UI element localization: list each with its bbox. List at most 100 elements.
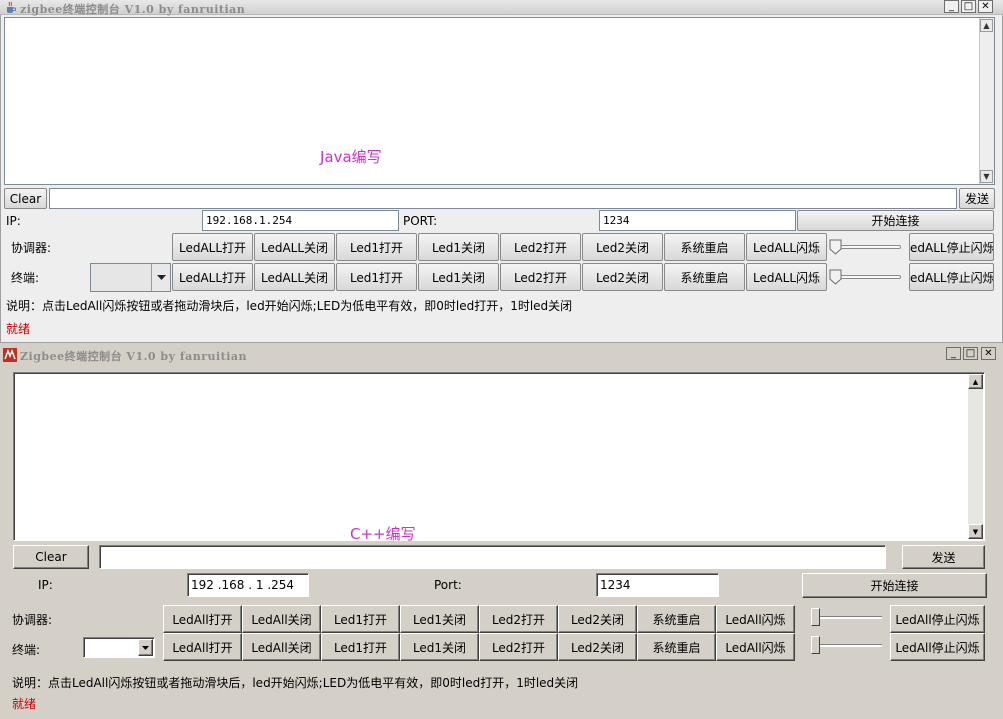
slider-track	[812, 644, 882, 647]
maximize-icon: □	[963, 0, 974, 12]
cpp-clear-button[interactable]: Clear	[13, 545, 89, 569]
slider-track	[812, 616, 882, 619]
cpp-message-input[interactable]	[99, 545, 886, 569]
java-coord-ledall-flash-button[interactable]: LedALL闪烁	[746, 233, 827, 261]
mfc-app-icon	[3, 348, 17, 362]
java-send-button[interactable]: 发送	[959, 188, 995, 209]
stop-flash-label: edALL停止闪烁	[910, 270, 994, 285]
java-close-button[interactable]: ✕	[978, 0, 993, 13]
chevron-down-icon[interactable]	[138, 639, 153, 656]
java-term-stop-flash-button[interactable]: edALL停止闪烁	[909, 263, 994, 291]
cpp-coord-ledall-flash-button[interactable]: LedAll闪烁	[716, 605, 795, 633]
cpp-term-ledall-on-button[interactable]: LedAll打开	[163, 633, 242, 661]
cpp-term-ledall-flash-button[interactable]: LedAll闪烁	[716, 633, 795, 661]
cpp-coord-reboot-button[interactable]: 系统重启	[637, 605, 716, 633]
cpp-note: 说明：点击LedAll闪烁按钮或者拖动滑块后，led开始闪烁;LED为低电平有效…	[12, 676, 579, 690]
cpp-coord-ledall-off-button[interactable]: LedAll关闭	[242, 605, 321, 633]
java-term-led2-off-button[interactable]: Led2关闭	[582, 263, 663, 291]
stop-flash-label: edALL停止闪烁	[910, 240, 994, 255]
cpp-maximize-button[interactable]: □	[963, 347, 978, 360]
java-coord-stop-flash-button[interactable]: edALL停止闪烁	[909, 233, 994, 261]
java-note: 说明：点击LedAll闪烁按钮或者拖动滑块后，led开始闪烁;LED为低电平有效…	[6, 299, 573, 313]
cpp-term-ledall-off-button[interactable]: LedAll关闭	[242, 633, 321, 661]
cpp-term-reboot-button[interactable]: 系统重启	[637, 633, 716, 661]
scroll-down-icon[interactable]: ▼	[968, 524, 983, 539]
scroll-up-icon[interactable]: ▲	[980, 19, 993, 32]
cpp-vertical-scrollbar[interactable]	[968, 374, 983, 539]
cpp-ip-label: IP:	[38, 578, 53, 592]
java-coord-flash-slider[interactable]	[829, 237, 907, 257]
slider-track	[833, 275, 901, 279]
java-term-reboot-button[interactable]: 系统重启	[664, 263, 745, 291]
cpp-port-input[interactable]: 1234	[596, 573, 719, 597]
java-clear-button[interactable]: Clear	[4, 188, 47, 209]
java-term-led2-on-button[interactable]: Led2打开	[500, 263, 581, 291]
java-watermark: Java编写	[320, 148, 382, 166]
maximize-icon: □	[965, 347, 976, 359]
cpp-minimize-button[interactable]: _	[946, 347, 961, 360]
java-term-flash-slider[interactable]	[829, 267, 907, 287]
cpp-close-button[interactable]: ✕	[981, 347, 996, 360]
cpp-term-led1-off-button[interactable]: Led1关闭	[400, 633, 479, 661]
minimize-icon: _	[951, 347, 956, 359]
slider-thumb[interactable]	[829, 269, 842, 285]
cpp-coordinator-label: 协调器:	[12, 613, 53, 627]
slider-thumb[interactable]	[811, 608, 820, 626]
java-coord-led2-off-button[interactable]: Led2关闭	[582, 233, 663, 261]
slider-thumb[interactable]	[811, 636, 820, 654]
java-message-input[interactable]	[49, 188, 957, 209]
close-icon: ✕	[981, 0, 990, 12]
cpp-watermark: C++编写	[350, 525, 416, 543]
cpp-port-label: Port:	[434, 578, 462, 592]
java-term-ledall-off-button[interactable]: LedALL关闭	[254, 263, 335, 291]
chevron-down-icon[interactable]	[151, 264, 170, 291]
java-coordinator-label: 协调器:	[11, 241, 52, 255]
java-coord-led1-off-button[interactable]: Led1关闭	[418, 233, 499, 261]
cpp-send-button[interactable]: 发送	[902, 545, 985, 569]
slider-track	[833, 245, 901, 249]
cpp-term-led2-on-button[interactable]: Led2打开	[479, 633, 558, 661]
cpp-term-led2-off-button[interactable]: Led2关闭	[558, 633, 637, 661]
java-window-title: zigbee终端控制台 V1.0 by fanruitian	[20, 3, 246, 16]
cpp-coord-led2-off-button[interactable]: Led2关闭	[558, 605, 637, 633]
cpp-coord-led2-on-button[interactable]: Led2打开	[479, 605, 558, 633]
cpp-window-title: Zigbee终端控制台 V1.0 by fanruitian	[20, 350, 248, 363]
java-coord-led1-on-button[interactable]: Led1打开	[336, 233, 417, 261]
cpp-terminal-label: 终端:	[12, 643, 41, 657]
java-coord-reboot-button[interactable]: 系统重启	[664, 233, 745, 261]
java-maximize-button[interactable]: □	[961, 0, 976, 13]
java-port-input[interactable]: 1234	[599, 210, 796, 231]
cpp-coord-flash-slider[interactable]	[808, 607, 886, 629]
java-ip-input[interactable]: 192.168.1.254	[202, 210, 399, 231]
java-vertical-scrollbar[interactable]	[979, 18, 994, 184]
cpp-coord-led1-off-button[interactable]: Led1关闭	[400, 605, 479, 633]
cpp-receive-textarea[interactable]	[13, 372, 985, 541]
cpp-ip-input[interactable]: 192 .168 . 1 .254	[187, 573, 309, 597]
cpp-term-led1-on-button[interactable]: Led1打开	[321, 633, 400, 661]
java-term-ledall-on-button[interactable]: LedALL打开	[172, 263, 253, 291]
java-receive-textarea[interactable]	[4, 17, 995, 185]
java-coord-ledall-off-button[interactable]: LedALL关闭	[254, 233, 335, 261]
java-term-led1-off-button[interactable]: Led1关闭	[418, 263, 499, 291]
java-term-ledall-flash-button[interactable]: LedALL闪烁	[746, 263, 827, 291]
java-term-led1-on-button[interactable]: Led1打开	[336, 263, 417, 291]
java-coord-ledall-on-button[interactable]: LedALL打开	[172, 233, 253, 261]
java-cup-icon	[5, 1, 17, 14]
cpp-connect-button[interactable]: 开始连接	[802, 573, 987, 598]
java-coord-led2-on-button[interactable]: Led2打开	[500, 233, 581, 261]
scroll-up-icon[interactable]: ▲	[968, 374, 983, 389]
minimize-icon: _	[949, 0, 954, 12]
cpp-coord-ledall-on-button[interactable]: LedAll打开	[163, 605, 242, 633]
java-connect-button[interactable]: 开始连接	[797, 210, 994, 231]
slider-thumb[interactable]	[829, 239, 842, 255]
cpp-term-flash-slider[interactable]	[808, 635, 886, 657]
java-minimize-button[interactable]: _	[944, 0, 959, 13]
cpp-coord-led1-on-button[interactable]: Led1打开	[321, 605, 400, 633]
cpp-coord-stop-flash-button[interactable]: LedAll停止闪烁	[890, 605, 985, 633]
scroll-down-icon[interactable]: ▼	[980, 170, 993, 183]
java-status: 就绪	[6, 322, 31, 336]
cpp-status: 就绪	[12, 697, 37, 711]
java-terminal-label: 终端:	[11, 271, 40, 285]
cpp-term-stop-flash-button[interactable]: LedAll停止闪烁	[890, 633, 985, 661]
java-port-label: PORT:	[403, 214, 438, 228]
